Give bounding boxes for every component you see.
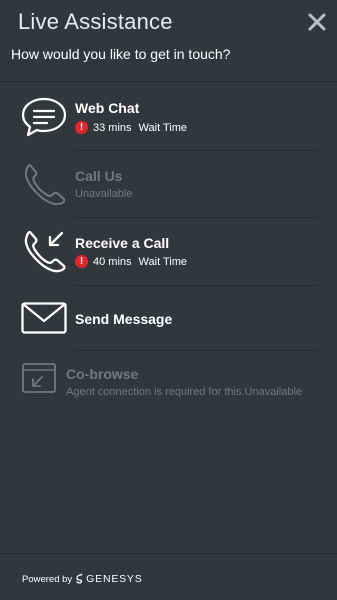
option-send-message[interactable]: Send Message bbox=[0, 286, 337, 350]
close-icon[interactable] bbox=[306, 11, 328, 33]
wait-time-suffix: Wait Time bbox=[138, 121, 188, 134]
phone-icon bbox=[24, 164, 66, 206]
option-call-us: Call Us Unavailable bbox=[0, 151, 337, 217]
brand-name: GENESYS bbox=[86, 573, 143, 585]
header: Live Assistance How would you like to ge… bbox=[0, 0, 337, 82]
powered-by-label: Powered by bbox=[22, 573, 73, 585]
chat-bubble-icon bbox=[21, 97, 67, 137]
option-label: Call Us bbox=[75, 168, 123, 184]
option-receive-a-call[interactable]: Receive a Call ! 40 mins Wait Time bbox=[0, 218, 337, 285]
subtitle: How would you like to get in touch? bbox=[11, 46, 231, 62]
wait-time-status: ! 40 mins Wait Time bbox=[75, 255, 187, 268]
powered-by[interactable]: Powered by GENESYS bbox=[22, 573, 143, 585]
option-label: Receive a Call bbox=[75, 235, 170, 251]
option-label: Send Message bbox=[75, 311, 173, 327]
incoming-call-icon bbox=[24, 230, 66, 273]
wait-time-value: 40 mins bbox=[93, 255, 132, 268]
option-label: Web Chat bbox=[75, 100, 140, 116]
option-web-chat[interactable]: Web Chat ! 33 mins Wait Time bbox=[0, 83, 337, 150]
page-title: Live Assistance bbox=[18, 9, 173, 34]
availability-status: Agent connection is required for this.Un… bbox=[66, 386, 303, 398]
wait-time-suffix: Wait Time bbox=[138, 255, 188, 268]
availability-status: Unavailable bbox=[75, 188, 133, 200]
option-co-browse: Co-browse Agent connection is required f… bbox=[0, 351, 337, 417]
envelope-icon bbox=[21, 302, 67, 334]
wait-time-status: ! 33 mins Wait Time bbox=[75, 121, 187, 134]
footer: Powered by GENESYS bbox=[0, 553, 337, 600]
alert-icon: ! bbox=[75, 255, 88, 268]
option-label: Co-browse bbox=[66, 366, 139, 382]
cobrowse-icon bbox=[22, 363, 56, 393]
wait-time-value: 33 mins bbox=[93, 121, 132, 134]
alert-icon: ! bbox=[75, 121, 88, 134]
genesys-logo-icon bbox=[76, 573, 83, 584]
